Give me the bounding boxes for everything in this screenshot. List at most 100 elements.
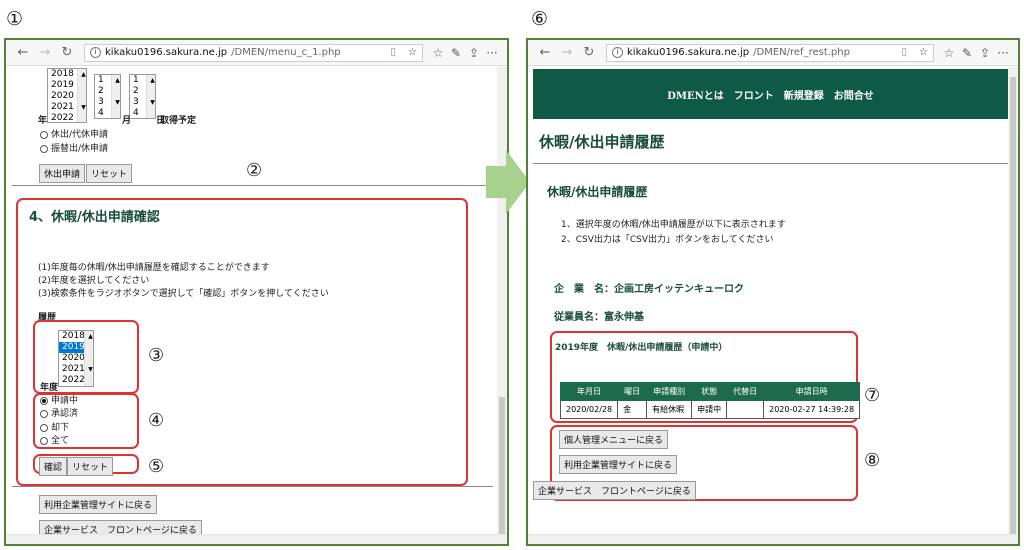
marker-3: ③ <box>148 345 165 366</box>
reset2-button[interactable]: リセット <box>67 457 114 476</box>
sub-title: 休暇/休出申請履歴 <box>547 185 648 199</box>
month-select[interactable]: 1 2 3 4 ▲ ▼ <box>94 74 121 119</box>
year-select[interactable]: 2018 2019 2020 2021 2022 ▲ ▼ <box>47 68 87 123</box>
listbox-scrollbar[interactable]: ▲ ▼ <box>146 75 155 118</box>
left-address-bar[interactable]: i kikaku0196.sakura.ne.jp/DMEN/menu_c_1.… <box>84 43 423 62</box>
nav-contact[interactable]: お問合せ <box>834 87 874 102</box>
radio-icon[interactable] <box>40 144 48 153</box>
back-to-management-button[interactable]: 利用企業管理サイトに戻る <box>559 455 678 474</box>
reset-button[interactable]: リセット <box>86 164 133 183</box>
favorites-icon[interactable]: ☆ <box>940 46 958 60</box>
favorite-star-icon[interactable]: ☆ <box>408 47 417 58</box>
pen-icon[interactable]: ✎ <box>958 46 976 60</box>
status-radio-all[interactable]: 全て <box>40 433 69 446</box>
marker-5: ⑤ <box>148 456 165 477</box>
radio-label: 申請中 <box>51 396 79 406</box>
day-select[interactable]: 1 2 3 4 ▲ ▼ <box>129 74 156 119</box>
back-icon[interactable]: ← <box>534 45 556 60</box>
radio-icon[interactable] <box>40 436 48 445</box>
vertical-scrollbar[interactable] <box>1008 67 1018 537</box>
col-date: 年月日 <box>559 382 619 401</box>
cell-alt-date <box>726 400 765 419</box>
info-icon: i <box>612 47 623 58</box>
refresh-icon[interactable]: ↻ <box>578 45 600 60</box>
pen-icon[interactable]: ✎ <box>447 46 465 60</box>
right-browser-toolbar: ← → ↻ i kikaku0196.sakura.ne.jp/DMEN/ref… <box>528 40 1018 66</box>
table-header-row: 年月日 曜日 申請種別 状態 代替日 申請日時 <box>559 382 861 401</box>
divider <box>12 185 493 186</box>
radio-furikae[interactable]: 振替出/休申請 <box>40 141 108 154</box>
divider <box>12 486 493 487</box>
reading-view-icon[interactable]: ▯ <box>391 47 397 58</box>
marker-7: ⑦ <box>864 385 881 406</box>
radio-label: 休出/代休申請 <box>51 130 109 140</box>
acquire-label: 取得予定 <box>160 116 197 126</box>
history-heading: 2019年度 休暇/休出申請履歴（申請中） <box>555 343 728 353</box>
employee-label: 従業員名：富永伸基 <box>554 312 644 323</box>
url-host: kikaku0196.sakura.ne.jp <box>627 47 750 58</box>
marker-1: ① <box>6 8 24 30</box>
apply-button[interactable]: 休出申請 <box>39 164 86 183</box>
nav-about[interactable]: DMENとは <box>667 87 724 102</box>
forward-icon[interactable]: → <box>556 45 578 60</box>
right-address-bar[interactable]: i kikaku0196.sakura.ne.jp/DMEN/ref_rest.… <box>606 43 934 62</box>
marker-2: ② <box>246 160 263 181</box>
listbox-scrollbar[interactable]: ▲ ▼ <box>77 69 86 122</box>
status-radio-rejected[interactable]: 却下 <box>40 420 69 433</box>
scroll-thumb[interactable] <box>499 397 505 537</box>
radio-label: 全て <box>51 436 70 446</box>
note-2: (2)年度を選択してください <box>38 276 150 286</box>
nendo-label: 年度 <box>40 383 59 393</box>
more-icon[interactable]: ··· <box>483 46 501 60</box>
nav-register[interactable]: 新規登録 <box>784 87 824 102</box>
refresh-icon[interactable]: ↻ <box>56 45 78 60</box>
back-to-front-button[interactable]: 企業サービス フロントページに戻る <box>533 481 696 500</box>
back-icon[interactable]: ← <box>12 45 34 60</box>
company-label: 企 業 名：企画工房イッテンキューロク <box>554 284 744 295</box>
favorites-icon[interactable]: ☆ <box>429 46 447 60</box>
cell-weekday: 金 <box>617 400 648 419</box>
back-to-management-button[interactable]: 利用企業管理サイトに戻る <box>39 495 158 514</box>
more-icon[interactable]: ··· <box>994 46 1012 60</box>
section-title: 4、休暇/休出申請確認 <box>29 210 160 225</box>
note-1: (1)年度毎の休暇/休出申請履歴を確認することができます <box>38 263 270 273</box>
marker-8: ⑧ <box>864 450 881 471</box>
status-radio-approved[interactable]: 承認済 <box>40 406 78 419</box>
info-icon: i <box>90 47 101 58</box>
horizontal-scrollbar[interactable] <box>528 534 1018 544</box>
url-host: kikaku0196.sakura.ne.jp <box>105 47 228 58</box>
share-icon[interactable]: ⇪ <box>976 46 994 60</box>
share-icon[interactable]: ⇪ <box>465 46 483 60</box>
cell-type: 有給休暇 <box>646 400 693 419</box>
note-1: 1、選択年度の休暇/休出申請履歴が以下に表示されます <box>561 220 786 230</box>
listbox-scrollbar[interactable]: ▲ ▼ <box>111 75 120 118</box>
col-applied-at: 申請日時 <box>763 382 861 401</box>
col-status: 状態 <box>691 382 728 401</box>
horizontal-scrollbar[interactable] <box>6 534 507 544</box>
back-to-personal-button[interactable]: 個人管理メニューに戻る <box>559 430 669 449</box>
radio-label: 却下 <box>51 423 70 433</box>
listbox-scrollbar[interactable]: ▲ ▼ <box>84 331 93 386</box>
forward-icon[interactable]: → <box>34 45 56 60</box>
cell-applied-at: 2020-02-27 14:39:28 <box>763 400 861 419</box>
left-browser-toolbar: ← → ↻ i kikaku0196.sakura.ne.jp/DMEN/men… <box>6 40 507 66</box>
nav-front[interactable]: フロント <box>734 87 774 102</box>
marker-6: ⑥ <box>531 8 549 30</box>
history-year-select[interactable]: 2018 2019 2020 2021 2022 ▲ ▼ <box>58 330 94 387</box>
divider <box>533 163 1008 164</box>
reading-view-icon[interactable]: ▯ <box>902 47 908 58</box>
favorite-star-icon[interactable]: ☆ <box>919 47 928 58</box>
radio-kyushutsu[interactable]: 休出/代休申請 <box>40 127 108 140</box>
right-browser-window: ← → ↻ i kikaku0196.sakura.ne.jp/DMEN/ref… <box>526 38 1020 546</box>
radio-icon[interactable] <box>40 409 48 418</box>
radio-icon[interactable] <box>40 130 48 139</box>
table-row: 2020/02/28 金 有給休暇 申請中 2020-02-27 14:39:2… <box>559 400 861 419</box>
vertical-scrollbar[interactable] <box>497 67 507 537</box>
confirm-button[interactable]: 確認 <box>39 457 68 476</box>
scroll-thumb[interactable] <box>1010 77 1016 537</box>
radio-icon[interactable] <box>40 396 48 405</box>
col-weekday: 曜日 <box>617 382 648 401</box>
radio-icon[interactable] <box>40 423 48 432</box>
status-radio-pending[interactable]: 申請中 <box>40 393 78 406</box>
note-2: 2、CSV出力は「CSV出力」ボタンをおしてください <box>561 235 774 245</box>
